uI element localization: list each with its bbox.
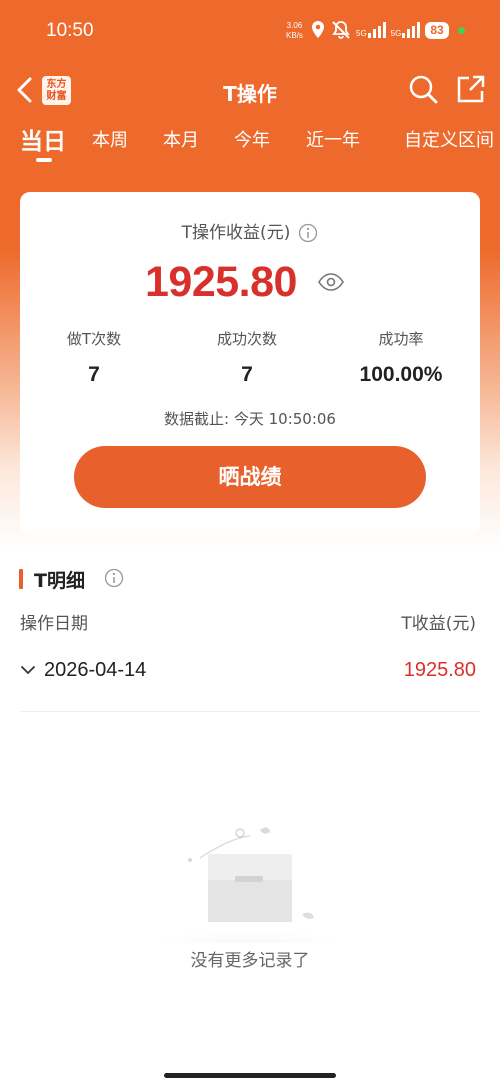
signal-1: 5G — [356, 22, 386, 38]
data-timestamp: 数据截止: 今天 10:50:06 — [164, 410, 336, 428]
section-accent-bar — [19, 569, 23, 589]
status-icons: 5G 5G 83 — [310, 20, 465, 40]
signal-1-label: 5G — [356, 29, 367, 38]
status-time: 10:50 — [46, 20, 94, 41]
chevron-down-icon[interactable] — [20, 664, 36, 676]
signal-bars-icon — [402, 22, 421, 38]
mute-bell-icon — [332, 21, 350, 39]
stat-label: 成功率 — [378, 330, 424, 348]
location-icon — [312, 21, 324, 38]
info-icon[interactable] — [104, 568, 124, 588]
profit-amount: 1925.80 — [145, 258, 297, 306]
empty-state-text: 没有更多记录了 — [190, 951, 310, 971]
period-tabs: 当日 本周 本月 今年 近一年 自定义区间 — [0, 126, 500, 166]
stat-success-count: 成功次数 7 — [177, 328, 317, 387]
share-results-button[interactable]: 晒战绩 — [74, 446, 426, 508]
info-icon[interactable] — [298, 223, 318, 243]
battery-indicator: 83 — [425, 21, 449, 39]
share-icon[interactable] — [456, 74, 486, 104]
empty-box-illustration — [140, 827, 360, 943]
tab-custom-range[interactable]: 自定义区间 — [404, 126, 494, 152]
nav-bar: 东方 财富 T操作 — [0, 70, 500, 110]
tab-today[interactable]: 当日 — [20, 126, 66, 156]
privacy-dot-icon — [457, 26, 465, 34]
signal-bars-icon — [367, 22, 386, 38]
column-header-date: 操作日期 — [20, 614, 88, 634]
stat-value: 7 — [241, 363, 253, 386]
net-speed: 3.06 KB/s — [286, 21, 303, 41]
column-header-profit: T收益(元) — [401, 614, 476, 634]
active-tab-indicator — [36, 158, 52, 162]
tab-week[interactable]: 本周 — [92, 126, 128, 152]
stat-trade-count: 做T次数 7 — [24, 328, 164, 387]
signal-2-label: 5G — [390, 29, 402, 38]
row-date: 2026-04-14 — [44, 659, 147, 681]
stat-value: 100.00% — [359, 363, 443, 386]
table-row[interactable]: 2026-04-14 1925.80 — [20, 640, 480, 712]
stat-value: 7 — [88, 363, 100, 386]
net-speed-value: 3.06 — [286, 21, 303, 30]
section-title: T明细 — [34, 570, 85, 592]
tab-last-year[interactable]: 近一年 — [306, 126, 360, 152]
tab-month[interactable]: 本月 — [163, 126, 199, 152]
status-bar: 10:50 3.06 KB/s 5G 5G 83 — [0, 0, 500, 62]
stat-label: 成功次数 — [216, 330, 277, 348]
tab-year[interactable]: 今年 — [234, 126, 270, 152]
row-profit: 1925.80 — [403, 659, 476, 681]
summary-title-text: T操作收益(元) — [181, 223, 291, 243]
net-speed-unit: KB/s — [286, 31, 303, 40]
signal-2: 5G — [391, 22, 421, 38]
eye-icon[interactable] — [318, 273, 344, 291]
summary-card: T操作收益(元) 1925.80 做T次数 7 成功次数 7 成功率 100.0… — [20, 192, 480, 535]
summary-title: T操作收益(元) — [20, 218, 480, 243]
stat-label: 做T次数 — [66, 330, 122, 348]
search-icon[interactable] — [408, 74, 438, 104]
home-indicator[interactable] — [164, 1073, 336, 1078]
stat-success-rate: 成功率 100.00% — [331, 328, 471, 387]
